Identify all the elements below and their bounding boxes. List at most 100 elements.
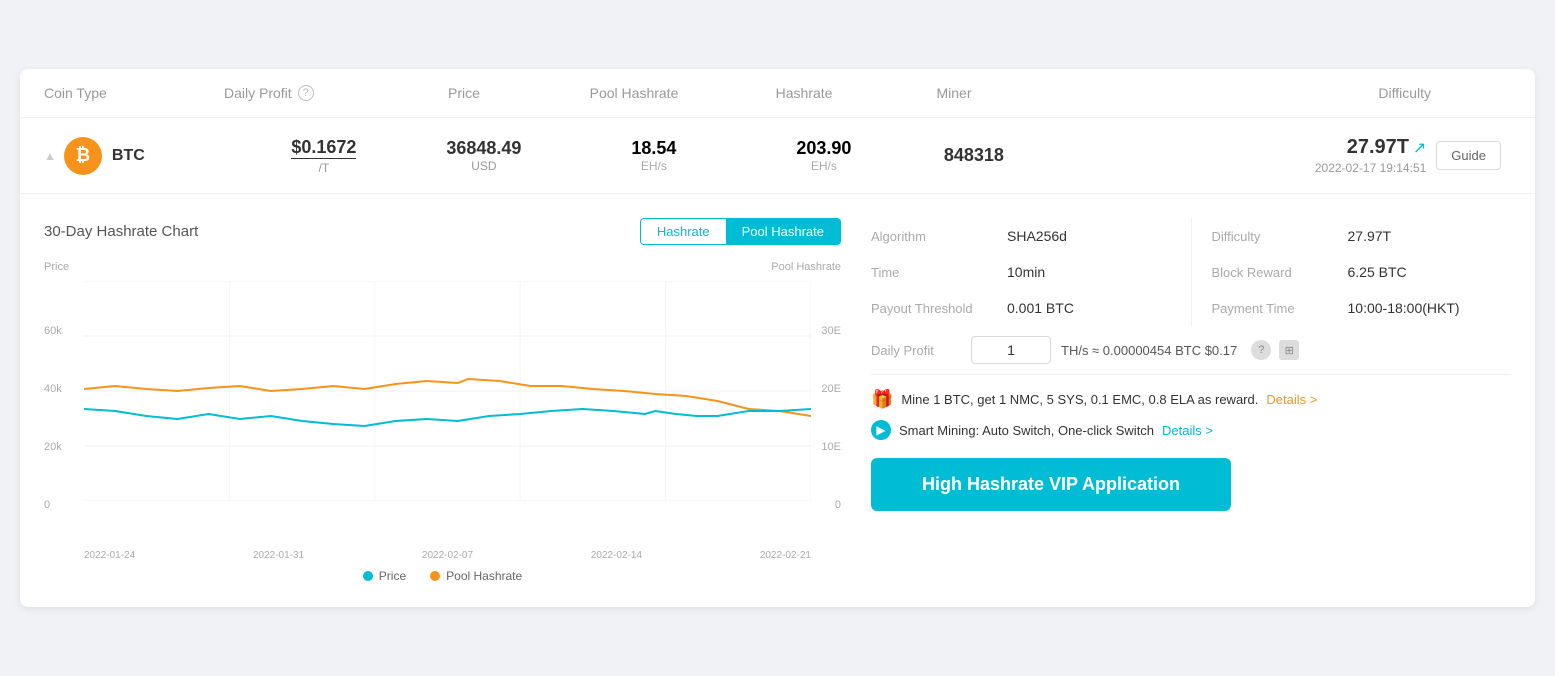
y-right-title: Pool Hashrate (771, 261, 841, 273)
hashrate-unit: EH/s (744, 159, 904, 173)
main-container: Coin Type Daily Profit ? Price Pool Hash… (20, 69, 1535, 607)
smart-mining-text: Smart Mining: Auto Switch, One-click Swi… (899, 423, 1154, 438)
vip-application-button[interactable]: High Hashrate VIP Application (871, 458, 1231, 511)
promo-text: Mine 1 BTC, get 1 NMC, 5 SYS, 0.1 EMC, 0… (901, 392, 1258, 407)
info-payment-time: Payment Time 10:00-18:00(HKT) (1212, 290, 1512, 326)
smart-mining-row: ▶ Smart Mining: Auto Switch, One-click S… (871, 420, 1511, 440)
x-label-2: 2022-02-07 (422, 550, 473, 561)
algorithm-label: Algorithm (871, 229, 991, 244)
chart-svg (84, 281, 811, 501)
difficulty-date: 2022-02-17 19:14:51 (1315, 161, 1426, 175)
smart-mining-details-link[interactable]: Details > (1162, 423, 1213, 438)
header-daily-profit: Daily Profit ? (224, 85, 384, 101)
payment-time-value: 10:00-18:00(HKT) (1348, 300, 1460, 316)
y-left-0: 0 (44, 499, 69, 511)
info-left-col: Algorithm SHA256d Time 10min Payout Thre… (871, 218, 1171, 326)
daily-profit-input[interactable] (971, 336, 1051, 364)
info-algorithm: Algorithm SHA256d (871, 218, 1171, 254)
daily-profit-row: Daily Profit TH/s ≈ 0.00000454 BTC $0.17… (871, 326, 1511, 375)
payout-label: Payout Threshold (871, 301, 991, 316)
difficulty-value: 27.97T (1347, 136, 1409, 158)
header-miner: Miner (884, 85, 1024, 101)
difficulty-label: Difficulty (1212, 229, 1332, 244)
algorithm-value: SHA256d (1007, 228, 1067, 244)
legend-pool-dot (430, 571, 440, 581)
info-block-reward: Block Reward 6.25 BTC (1212, 254, 1512, 290)
guide-button[interactable]: Guide (1436, 141, 1501, 170)
chart-svg-wrapper (84, 281, 811, 501)
header-price: Price (384, 85, 544, 101)
promo-details-link[interactable]: Details > (1266, 392, 1317, 407)
hashrate-value: 203.90 (744, 138, 904, 159)
payout-value: 0.001 BTC (1007, 300, 1074, 316)
info-section: Algorithm SHA256d Time 10min Payout Thre… (871, 218, 1511, 583)
header-pool-hashrate: Pool Hashrate (544, 85, 724, 101)
pool-hashrate-value: 18.54 (564, 138, 744, 159)
btc-pool-hashrate: 18.54 EH/s (564, 138, 744, 173)
daily-profit-calc: TH/s ≈ 0.00000454 BTC $0.17 (1061, 343, 1237, 358)
profit-value: $0.1672 (291, 137, 356, 159)
promo-row: 🎁 Mine 1 BTC, get 1 NMC, 5 SYS, 0.1 EMC,… (871, 389, 1511, 410)
x-label-1: 2022-01-31 (253, 550, 304, 561)
calculator-icon[interactable]: ⊞ (1279, 340, 1299, 360)
legend-price-label: Price (379, 569, 406, 583)
info-difficulty: Difficulty 27.97T (1212, 218, 1512, 254)
y-left-title: Price (44, 261, 69, 273)
btc-icon: ₿ (64, 137, 102, 175)
difficulty-trend-icon: ↗ (1413, 140, 1426, 157)
btc-row: ▲ ₿ BTC $0.1672 /T 36848.49 USD 18.54 EH… (20, 118, 1535, 194)
y-left-40k: 40k (44, 383, 69, 395)
gift-icon: 🎁 (871, 389, 893, 410)
legend-pool-label: Pool Hashrate (446, 569, 522, 583)
chart-title: 30-Day Hashrate Chart (44, 223, 198, 240)
info-divider (1191, 218, 1192, 326)
chart-section: 30-Day Hashrate Chart Hashrate Pool Hash… (44, 218, 841, 583)
header-difficulty: Difficulty (1024, 85, 1511, 101)
info-right-col: Difficulty 27.97T Block Reward 6.25 BTC … (1212, 218, 1512, 326)
btc-name: BTC (112, 147, 145, 165)
y-axis-left: Price 60k 40k 20k 0 (44, 261, 69, 521)
y-left-20k: 20k (44, 441, 69, 453)
legend-price-dot (363, 571, 373, 581)
info-time: Time 10min (871, 254, 1171, 290)
pool-hashrate-unit: EH/s (564, 159, 744, 173)
chart-header: 30-Day Hashrate Chart Hashrate Pool Hash… (44, 218, 841, 245)
coin-info: ₿ BTC (64, 137, 244, 175)
header-hashrate: Hashrate (724, 85, 884, 101)
chart-tabs: Hashrate Pool Hashrate (640, 218, 841, 245)
smart-mining-icon: ▶ (871, 420, 891, 440)
table-header: Coin Type Daily Profit ? Price Pool Hash… (20, 69, 1535, 118)
collapse-icon[interactable]: ▲ (44, 149, 56, 163)
time-value: 10min (1007, 264, 1045, 280)
main-content: 30-Day Hashrate Chart Hashrate Pool Hash… (20, 194, 1535, 607)
x-label-3: 2022-02-14 (591, 550, 642, 561)
btc-difficulty: 27.97T ↗ 2022-02-17 19:14:51 Guide (1044, 136, 1511, 175)
btc-profit: $0.1672 /T (244, 137, 404, 175)
x-label-4: 2022-02-21 (760, 550, 811, 561)
daily-profit-icons: ? ⊞ (1251, 340, 1299, 360)
chart-legend: Price Pool Hashrate (44, 569, 841, 583)
tab-hashrate[interactable]: Hashrate (641, 219, 726, 244)
chart-area: Price 60k 40k 20k 0 Pool Hashrate 30E 20… (44, 261, 841, 561)
help-circle-icon[interactable]: ? (1251, 340, 1271, 360)
price-unit: USD (404, 159, 564, 173)
btc-price: 36848.49 USD (404, 138, 564, 173)
legend-pool-hashrate: Pool Hashrate (430, 569, 522, 583)
price-value: 36848.49 (404, 138, 564, 159)
payment-time-label: Payment Time (1212, 301, 1332, 316)
x-axis: 2022-01-24 2022-01-31 2022-02-07 2022-02… (84, 550, 811, 561)
profit-unit: /T (244, 161, 404, 175)
legend-price: Price (363, 569, 406, 583)
block-reward-label: Block Reward (1212, 265, 1332, 280)
daily-profit-label: Daily Profit (871, 343, 961, 358)
block-reward-value: 6.25 BTC (1348, 264, 1407, 280)
difficulty-info-value: 27.97T (1348, 228, 1392, 244)
tab-pool-hashrate[interactable]: Pool Hashrate (726, 219, 840, 244)
header-coin-type: Coin Type (44, 85, 224, 101)
x-label-0: 2022-01-24 (84, 550, 135, 561)
btc-miner: 848318 (904, 145, 1044, 166)
help-icon[interactable]: ? (298, 85, 314, 101)
time-label: Time (871, 265, 991, 280)
y-left-60k: 60k (44, 325, 69, 337)
btc-hashrate: 203.90 EH/s (744, 138, 904, 173)
